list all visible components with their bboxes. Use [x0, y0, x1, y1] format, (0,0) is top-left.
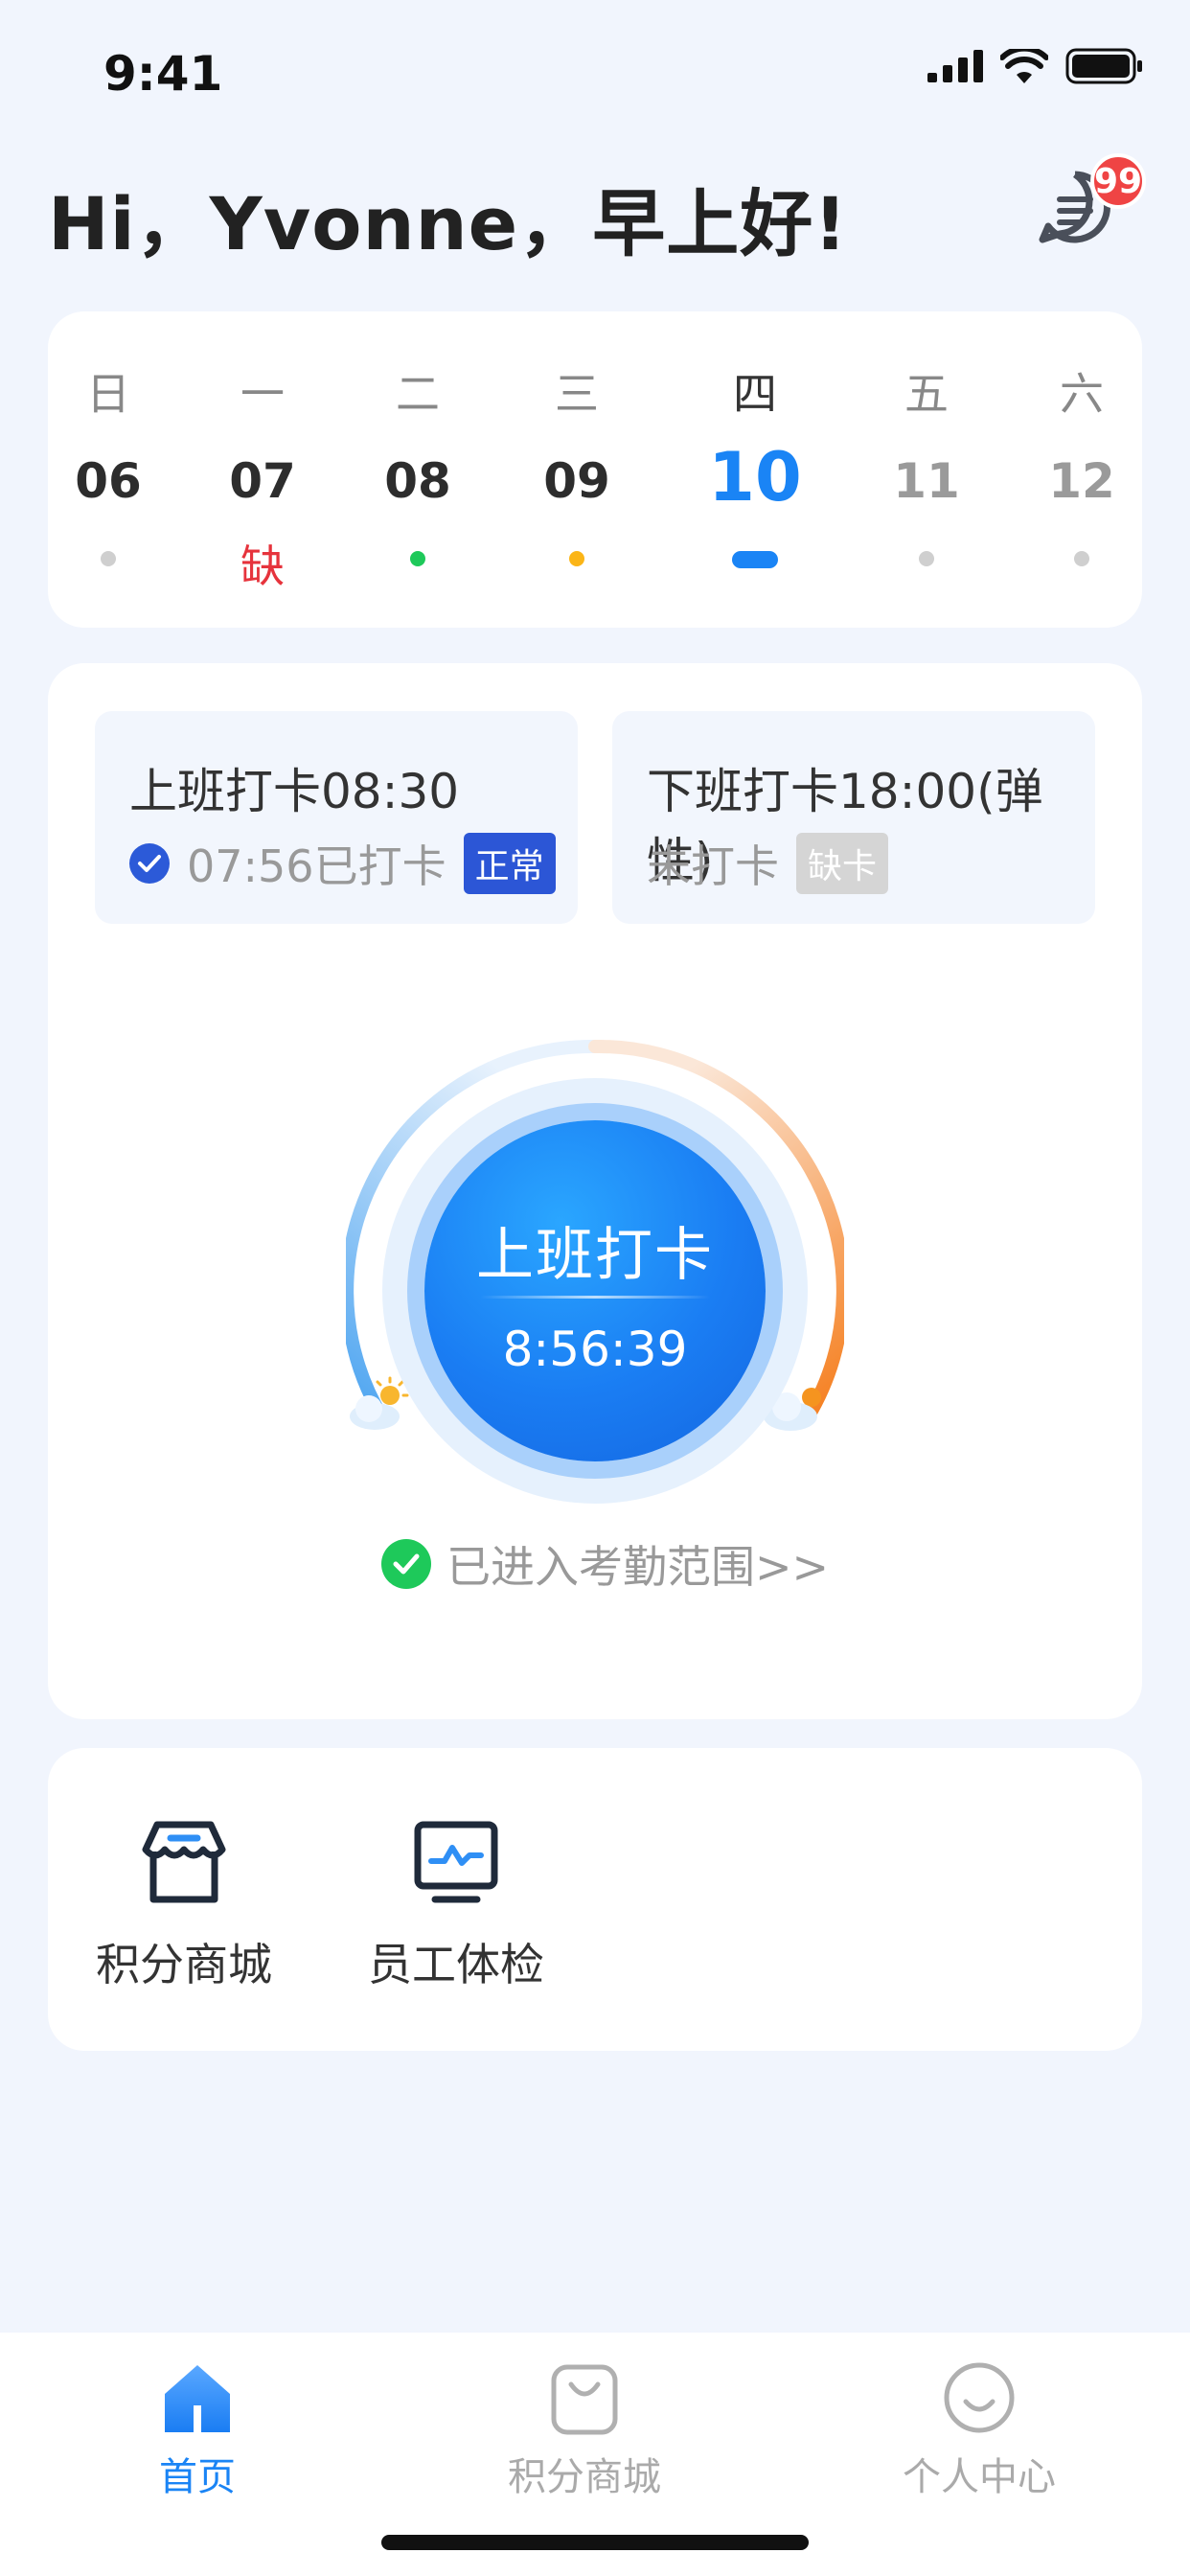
day-sat[interactable]: 六 12 — [1019, 311, 1144, 628]
entry-points-mall[interactable]: 积分商城 — [79, 1748, 289, 2051]
sunset-icon — [764, 1388, 821, 1431]
status-dot — [410, 551, 425, 566]
range-check-icon — [381, 1539, 431, 1589]
tab-profile[interactable]: 个人中心 — [874, 2333, 1085, 2524]
tab-label: 个人中心 — [903, 2455, 1056, 2499]
day-fri[interactable]: 五 11 — [864, 311, 989, 628]
weekday-label: 六 — [1060, 368, 1104, 420]
date-number: 07 — [229, 453, 296, 509]
weekday-label: 三 — [555, 368, 599, 420]
off-duty-status: 未打卡 缺卡 — [647, 832, 889, 895]
date-number: 12 — [1048, 453, 1115, 509]
missing-tag: 缺卡 — [796, 833, 889, 894]
entry-employee-checkup[interactable]: 员工体检 — [351, 1748, 561, 2051]
today-indicator — [732, 551, 778, 568]
status-dot — [101, 551, 116, 566]
signal-icon — [927, 50, 983, 82]
battery-icon — [1065, 48, 1142, 84]
missing-mark: 缺 — [240, 540, 285, 592]
home-indicator[interactable] — [381, 2535, 809, 2550]
day-sun[interactable]: 日 06 — [46, 311, 171, 628]
on-duty-shift: 上班打卡08:30 07:56已打卡 正常 — [95, 711, 578, 924]
entry-label: 积分商城 — [96, 1939, 272, 1990]
clock-time: 8:56:39 — [502, 1322, 688, 1377]
sunrise-icon — [350, 1376, 409, 1430]
week-calendar: 日 06 一 07 缺 二 08 三 09 四 10 五 11 六 12 — [48, 311, 1142, 628]
day-wed[interactable]: 三 09 — [515, 311, 639, 628]
status-icons — [927, 48, 1144, 84]
date-number: 10 — [708, 438, 802, 517]
store-icon — [142, 1821, 226, 1903]
monitor-health-icon — [414, 1821, 498, 1903]
wifi-icon — [1000, 49, 1048, 83]
weekday-label: 一 — [240, 368, 285, 420]
date-number: 11 — [893, 453, 960, 509]
date-number: 09 — [543, 453, 610, 509]
clock-in-label: 上班打卡 — [476, 1222, 714, 1289]
off-duty-shift: 下班打卡18:00(弹性) 未打卡 缺卡 — [612, 711, 1095, 924]
date-number: 08 — [384, 453, 451, 509]
on-duty-status-text: 07:56已打卡 — [187, 840, 446, 892]
off-duty-status-text: 未打卡 — [647, 840, 779, 892]
app-root: 9:41 Hi，Yvonne，早上好! 99 日 06 一 07 缺 二 08 … — [0, 0, 1190, 2576]
clock-in-button[interactable]: 上班打卡 8:56:39 — [424, 1120, 766, 1461]
home-icon — [165, 2365, 230, 2432]
date-number: 06 — [75, 453, 142, 509]
clock-area: 上班打卡 8:56:39 — [346, 1039, 844, 1547]
on-duty-status: 07:56已打卡 正常 — [129, 832, 556, 895]
day-thu-today[interactable]: 四 10 — [693, 311, 817, 628]
on-duty-title: 上班打卡08:30 — [129, 764, 460, 819]
status-dot — [1074, 551, 1089, 566]
range-text: 已进入考勤范围>> — [446, 1541, 830, 1593]
checked-icon — [129, 843, 170, 884]
day-mon[interactable]: 一 07 缺 — [200, 311, 325, 628]
status-dot — [919, 551, 934, 566]
day-tue[interactable]: 二 08 — [355, 311, 480, 628]
weekday-label: 四 — [733, 368, 777, 420]
tab-points-mall[interactable]: 积分商城 — [479, 2333, 690, 2524]
tab-label: 积分商城 — [508, 2455, 661, 2499]
smile-user-icon — [944, 2362, 1015, 2433]
tab-home[interactable]: 首页 — [92, 2333, 303, 2524]
normal-tag: 正常 — [463, 833, 556, 894]
quick-entries: 积分商城 员工体检 — [48, 1748, 1142, 2051]
status-dot — [569, 551, 584, 566]
status-time: 9:41 — [103, 46, 223, 102]
greeting-title: Hi，Yvonne，早上好! — [48, 181, 848, 266]
entry-label: 员工体检 — [368, 1939, 544, 1990]
attendance-range-link[interactable]: 已进入考勤范围>> — [381, 1532, 829, 1596]
shopping-bag-icon — [551, 2364, 618, 2435]
divider — [480, 1296, 710, 1299]
weekday-label: 日 — [86, 368, 130, 420]
weekday-label: 五 — [904, 368, 949, 420]
tab-label: 首页 — [159, 2455, 236, 2499]
message-badge: 99 — [1090, 153, 1147, 209]
weekday-label: 二 — [396, 368, 440, 420]
attendance-card: 上班打卡08:30 07:56已打卡 正常 下班打卡18:00(弹性) 未打卡 … — [48, 663, 1142, 1719]
